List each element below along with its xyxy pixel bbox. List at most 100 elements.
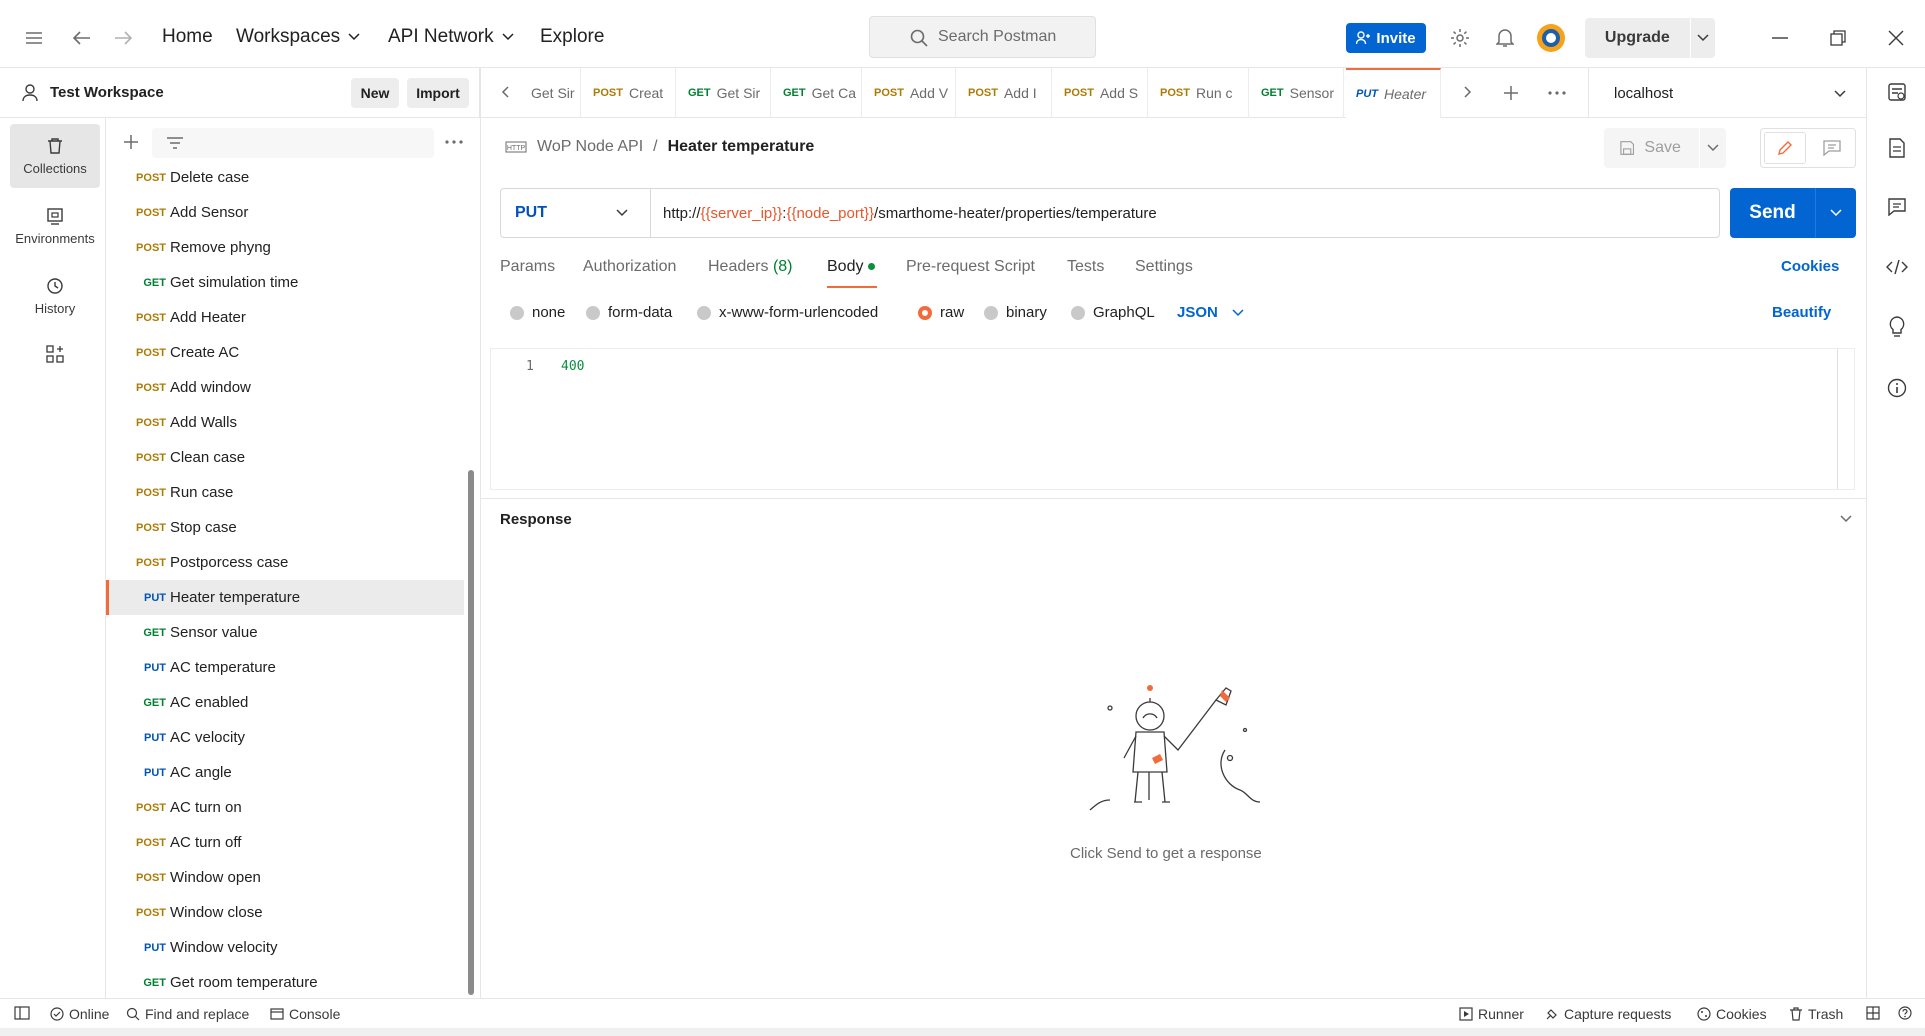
request-tab[interactable]: POST Creat: [583, 68, 676, 118]
save-button[interactable]: Save: [1604, 128, 1726, 168]
tree-item[interactable]: POST Add Walls: [106, 405, 464, 440]
tree-item[interactable]: PUT AC velocity: [106, 720, 464, 755]
environment-selector[interactable]: localhost: [1588, 68, 1866, 118]
request-tab[interactable]: POST Add I: [958, 68, 1052, 118]
tab-settings[interactable]: Settings: [1135, 258, 1193, 276]
send-button[interactable]: Send: [1730, 188, 1856, 238]
import-button[interactable]: Import: [407, 78, 469, 108]
tree-item[interactable]: POST Add Sensor: [106, 195, 464, 230]
sidebar-scrollbar[interactable]: [468, 470, 474, 995]
rail-configure[interactable]: [10, 334, 100, 374]
cookies-link[interactable]: Cookies: [1781, 258, 1839, 275]
runner[interactable]: Runner: [1459, 1006, 1524, 1022]
tree-item[interactable]: POST Run case: [106, 475, 464, 510]
request-tab[interactable]: Get Sir: [521, 68, 581, 118]
upgrade-button[interactable]: Upgrade: [1585, 18, 1715, 58]
tree-item[interactable]: PUT AC temperature: [106, 650, 464, 685]
chevron-down-icon[interactable]: [1815, 188, 1856, 238]
tab-headers[interactable]: Headers (8): [708, 258, 793, 276]
tab-body[interactable]: Body: [827, 258, 876, 276]
forward-arrow-icon[interactable]: [111, 26, 135, 50]
restore-icon[interactable]: [1826, 26, 1850, 50]
trash[interactable]: Trash: [1789, 1006, 1843, 1022]
tab-params[interactable]: Params: [500, 258, 555, 276]
tree-item[interactable]: POST Delete case: [106, 160, 464, 195]
radio-form-data[interactable]: form-data: [586, 304, 672, 321]
tree-item[interactable]: POST Add Heater: [106, 300, 464, 335]
request-tab[interactable]: PUT Heater: [1346, 68, 1441, 118]
menu-icon[interactable]: [22, 26, 46, 50]
tree-item[interactable]: POST Add window: [106, 370, 464, 405]
tree-item[interactable]: PUT Heater temperature: [106, 580, 464, 615]
chevron-down-icon[interactable]: [1689, 18, 1715, 58]
radio-raw[interactable]: raw: [918, 304, 964, 321]
breadcrumb-collection[interactable]: WoP Node API: [537, 138, 643, 156]
nav-explore[interactable]: Explore: [540, 26, 604, 48]
plus-icon[interactable]: [123, 134, 139, 150]
search-input[interactable]: Search Postman: [869, 16, 1096, 58]
tree-item[interactable]: POST AC turn off: [106, 825, 464, 860]
comment-view-icon[interactable]: [1811, 132, 1853, 164]
rail-history[interactable]: History: [10, 264, 100, 328]
more-options-icon[interactable]: [445, 140, 463, 144]
body-editor[interactable]: 1 400: [490, 348, 1855, 490]
url-input[interactable]: http://{{server_ip}}:{{node_port}}/smart…: [651, 205, 1157, 222]
comments-icon[interactable]: [1888, 198, 1906, 216]
chevron-down-icon[interactable]: [1840, 515, 1852, 523]
tree-item[interactable]: POST Create AC: [106, 335, 464, 370]
help-icon[interactable]: [1898, 1006, 1912, 1020]
new-button[interactable]: New: [351, 78, 399, 108]
beautify-link[interactable]: Beautify: [1772, 304, 1831, 321]
avatar[interactable]: [1535, 22, 1567, 54]
tree-item[interactable]: GET Sensor value: [106, 615, 464, 650]
chevron-left-icon[interactable]: [501, 86, 509, 98]
nav-workspaces[interactable]: Workspaces: [236, 26, 360, 48]
tab-prerequest-script[interactable]: Pre-request Script: [906, 258, 1035, 276]
online-status[interactable]: Online: [50, 1006, 109, 1022]
lightbulb-icon[interactable]: [1888, 316, 1906, 338]
radio-none[interactable]: none: [510, 304, 565, 321]
request-tab[interactable]: GET Get Sir: [678, 68, 771, 118]
chevron-right-icon[interactable]: [1464, 86, 1472, 98]
tree-item[interactable]: POST Stop case: [106, 510, 464, 545]
tree-item[interactable]: GET Get room temperature: [106, 965, 464, 998]
radio-binary[interactable]: binary: [984, 304, 1047, 321]
tree-item[interactable]: PUT Window velocity: [106, 930, 464, 965]
nav-home[interactable]: Home: [162, 26, 213, 48]
method-select[interactable]: PUT: [501, 189, 651, 237]
settings-gear-icon[interactable]: [1448, 26, 1472, 50]
layout-icon[interactable]: [1866, 1006, 1880, 1020]
toggle-sidebar-icon[interactable]: [14, 1006, 30, 1020]
editor-scrollbar-track[interactable]: [1837, 349, 1838, 489]
console[interactable]: Console: [270, 1006, 340, 1022]
documentation-icon[interactable]: [1888, 138, 1906, 158]
filter-input[interactable]: [152, 128, 434, 158]
rail-environments[interactable]: Environments: [10, 194, 100, 258]
new-tab-plus-icon[interactable]: [1503, 85, 1519, 101]
tab-tests[interactable]: Tests: [1067, 258, 1104, 276]
nav-api-network[interactable]: API Network: [388, 26, 514, 48]
code-content[interactable]: 400: [561, 359, 584, 374]
capture-requests[interactable]: Capture requests: [1545, 1006, 1671, 1022]
request-tab[interactable]: POST Run c: [1150, 68, 1249, 118]
tree-item[interactable]: POST Postporcess case: [106, 545, 464, 580]
back-arrow-icon[interactable]: [70, 26, 94, 50]
tree-item[interactable]: PUT AC angle: [106, 755, 464, 790]
request-tab[interactable]: POST Add V: [864, 68, 956, 118]
rail-collections[interactable]: Collections: [10, 124, 100, 188]
request-tab[interactable]: POST Add S: [1054, 68, 1148, 118]
minimize-icon[interactable]: [1768, 26, 1792, 50]
find-replace[interactable]: Find and replace: [126, 1006, 249, 1022]
tab-authorization[interactable]: Authorization: [583, 258, 676, 276]
edit-pencil-icon[interactable]: [1764, 132, 1806, 164]
invite-button[interactable]: Invite: [1346, 23, 1426, 53]
chevron-down-icon[interactable]: [1698, 128, 1726, 168]
breadcrumb-request[interactable]: Heater temperature: [668, 138, 815, 156]
tree-item[interactable]: POST AC turn on: [106, 790, 464, 825]
tree-item[interactable]: POST Remove phyng: [106, 230, 464, 265]
notification-bell-icon[interactable]: [1493, 26, 1517, 50]
radio-urlencoded[interactable]: x-www-form-urlencoded: [697, 304, 878, 321]
close-icon[interactable]: [1884, 26, 1908, 50]
format-select[interactable]: JSON: [1177, 304, 1244, 321]
cookies-status[interactable]: Cookies: [1697, 1006, 1767, 1022]
